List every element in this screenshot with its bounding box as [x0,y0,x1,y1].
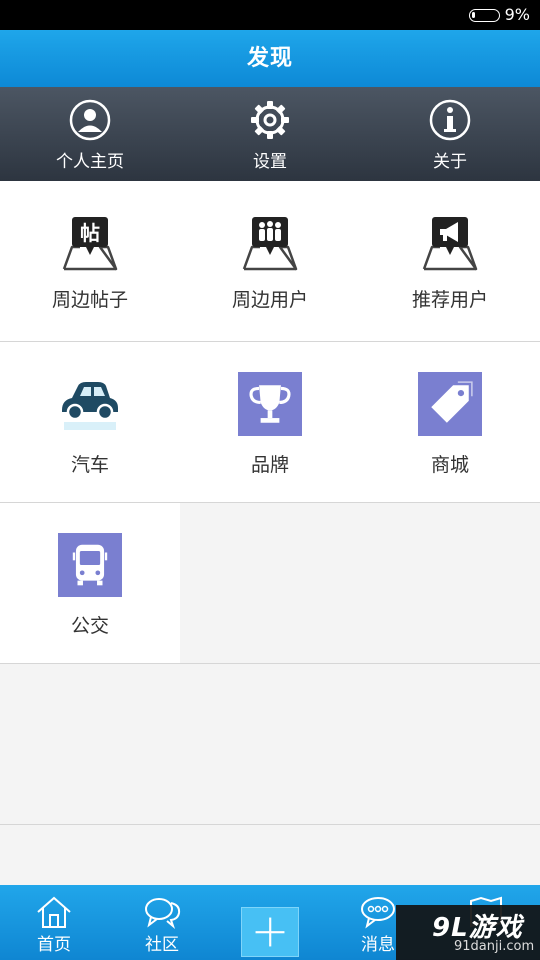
mall-button[interactable]: 商城 [360,342,540,502]
watermark-url: 91danji.com [454,939,535,954]
nearby-posts-label: 周边帖子 [51,289,128,311]
about-label: 关于 [433,152,467,172]
home-icon [37,896,71,928]
bus-button[interactable]: 公交 [0,503,180,663]
car-label: 汽车 [70,454,109,476]
battery-level: 9% [504,5,530,24]
nearby-posts-icon: 帖 [62,217,118,271]
profile-label: 个人主页 [56,152,124,172]
nearby-users-button[interactable]: 周边用户 [180,181,360,341]
mall-label: 商城 [430,454,469,476]
add-button[interactable] [241,907,299,957]
nav-home[interactable]: 首页 [0,885,108,960]
message-icon [361,897,395,929]
plus-icon [255,917,285,947]
top-menu: 个人主页 设置 关于 [0,87,540,181]
car-icon [62,382,118,430]
car-tile [58,372,122,436]
bus-icon [72,544,108,586]
car-button[interactable]: 汽车 [0,342,180,502]
brand-tile [238,372,302,436]
nearby-users-icon [242,217,298,271]
page-title: 发现 [246,46,293,71]
profile-button[interactable]: 个人主页 [0,87,180,181]
feature-row-1: 帖 周边帖子 周边用户 推荐用户 [0,181,540,342]
nearby-users-label: 周边用户 [231,289,308,311]
info-icon [429,99,471,141]
bus-label: 公交 [70,615,109,637]
feature-row-3: 公交 [0,503,540,664]
nav-community[interactable]: 社区 [108,885,216,960]
nearby-posts-button[interactable]: 帖 周边帖子 [0,181,180,341]
nav-community-label: 社区 [145,935,179,955]
bus-tile [58,533,122,597]
about-button[interactable]: 关于 [360,87,540,181]
settings-button[interactable]: 设置 [180,87,360,181]
nav-messages-label: 消息 [361,935,395,955]
title-bar: 发现 [0,30,540,87]
profile-icon [69,99,111,141]
price-tag-icon [431,381,473,423]
brand-label: 品牌 [250,454,289,476]
nav-add[interactable] [216,885,324,960]
brand-button[interactable]: 品牌 [180,342,360,502]
empty-row [0,664,540,825]
trophy-icon [249,385,291,423]
feature-row-2: 汽车 品牌 商城 [0,342,540,503]
mall-tile [418,372,482,436]
megaphone-icon [422,217,478,271]
battery-icon [469,9,500,22]
chat-bubbles-icon [145,898,181,929]
svg-text:帖: 帖 [80,221,100,245]
status-bar: 9% [0,0,540,30]
nav-home-label: 首页 [37,935,71,955]
settings-label: 设置 [253,152,287,172]
recommended-users-label: 推荐用户 [411,289,488,311]
gear-icon [251,101,289,139]
recommended-users-button[interactable]: 推荐用户 [360,181,540,341]
watermark: 9L游戏 91danji.com [396,905,540,960]
